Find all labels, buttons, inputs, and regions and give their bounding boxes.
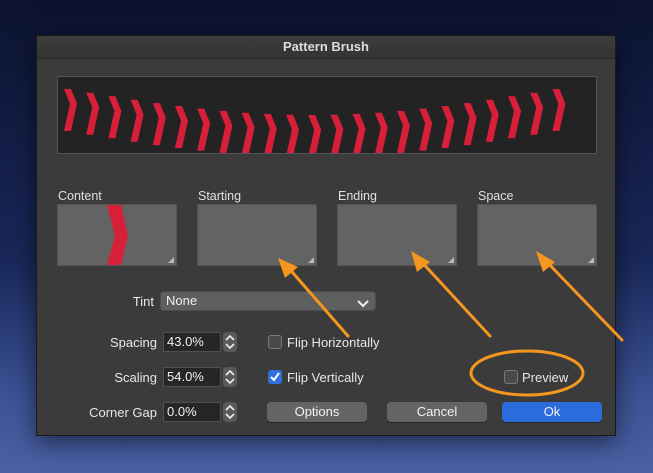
chevron-down-icon bbox=[357, 296, 369, 314]
content-label: Content bbox=[58, 189, 102, 203]
scaling-field[interactable]: 54.0% bbox=[163, 367, 221, 387]
starting-label: Starting bbox=[198, 189, 242, 203]
brush-stitch bbox=[286, 114, 299, 157]
pattern-brush-dialog: Pattern Brush Content Starting Ending Sp… bbox=[36, 35, 616, 436]
content-slot[interactable] bbox=[57, 204, 177, 266]
brush-stitch bbox=[308, 115, 322, 157]
tint-label: Tint bbox=[132, 294, 154, 309]
brush-stroke-preview bbox=[64, 89, 566, 157]
brush-stitch bbox=[441, 106, 455, 148]
scaling-label: Scaling bbox=[114, 370, 157, 385]
tint-value: None bbox=[166, 293, 198, 308]
tint-select[interactable]: None bbox=[160, 291, 376, 311]
brush-stitch bbox=[219, 110, 233, 153]
ending-slot[interactable] bbox=[337, 204, 457, 266]
brush-stitch bbox=[241, 112, 255, 155]
spacing-label: Spacing bbox=[110, 335, 157, 350]
brush-stitch bbox=[330, 114, 344, 157]
brush-stitch bbox=[175, 106, 188, 148]
brush-stitch bbox=[463, 103, 477, 146]
brush-stitch bbox=[108, 96, 122, 139]
brush-stitch bbox=[419, 108, 433, 151]
options-button[interactable]: Options bbox=[267, 402, 367, 422]
dialog-title: Pattern Brush bbox=[37, 36, 615, 59]
slot-resize-corner-icon bbox=[588, 257, 594, 263]
scaling-stepper[interactable] bbox=[223, 367, 237, 387]
ok-button[interactable]: Ok bbox=[502, 402, 602, 422]
brush-preview-strip bbox=[57, 76, 597, 157]
brush-stitch bbox=[508, 96, 521, 139]
preview-label: Preview bbox=[522, 370, 569, 385]
slot-resize-corner-icon bbox=[448, 257, 454, 263]
corner-gap-label: Corner Gap bbox=[89, 405, 157, 420]
stepper-arrows-icon bbox=[225, 369, 235, 385]
brush-stitch bbox=[374, 112, 388, 155]
corner-gap-stepper[interactable] bbox=[223, 402, 237, 422]
slot-resize-corner-icon bbox=[308, 257, 314, 263]
brush-stitch bbox=[130, 99, 144, 142]
corner-gap-field[interactable]: 0.0% bbox=[163, 402, 221, 422]
brush-stitch bbox=[197, 108, 211, 151]
content-tile-preview bbox=[107, 205, 128, 265]
brush-stitch bbox=[397, 110, 410, 153]
brush-stitch bbox=[152, 103, 166, 146]
stepper-arrows-icon bbox=[225, 334, 235, 350]
brush-stitch bbox=[352, 113, 366, 156]
brush-stitch bbox=[263, 113, 277, 156]
preview-checkbox[interactable] bbox=[504, 370, 518, 384]
cancel-button[interactable]: Cancel bbox=[387, 402, 487, 422]
space-slot[interactable] bbox=[477, 204, 597, 266]
flip-vertically-label: Flip Vertically bbox=[287, 370, 364, 385]
spacing-field[interactable]: 43.0% bbox=[163, 332, 221, 352]
checkmark-icon bbox=[270, 372, 280, 382]
brush-stitch bbox=[485, 99, 499, 142]
ending-label: Ending bbox=[338, 189, 377, 203]
stepper-arrows-icon bbox=[225, 404, 235, 420]
flip-horizontally-label: Flip Horizontally bbox=[287, 335, 380, 350]
slot-resize-corner-icon bbox=[168, 257, 174, 263]
brush-stitch bbox=[530, 92, 544, 135]
brush-stitch bbox=[552, 89, 566, 131]
starting-slot[interactable] bbox=[197, 204, 317, 266]
flip-vertically-checkbox[interactable] bbox=[268, 370, 282, 384]
space-label: Space bbox=[478, 189, 514, 203]
spacing-stepper[interactable] bbox=[223, 332, 237, 352]
flip-horizontally-checkbox[interactable] bbox=[268, 335, 282, 349]
brush-stitch bbox=[64, 89, 77, 131]
brush-stitch bbox=[86, 92, 100, 135]
